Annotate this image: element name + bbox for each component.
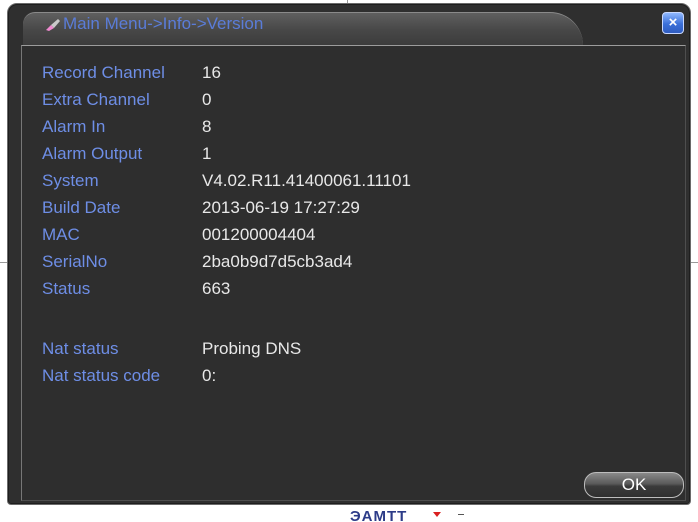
info-label: Alarm In xyxy=(42,117,106,136)
info-label: Extra Channel xyxy=(42,90,150,109)
ok-button[interactable]: OK xyxy=(584,472,684,498)
close-button[interactable]: × xyxy=(662,12,684,34)
info-label: SerialNo xyxy=(42,252,108,271)
info-value: 1 xyxy=(202,144,212,163)
dialog-title: Main Menu->Info->Version xyxy=(63,14,264,33)
info-value: 2ba0b9d7d5cb3ad4 xyxy=(202,252,353,271)
dropdown-arrow-icon xyxy=(433,512,441,517)
version-info-panel: Record Channel 16 Extra Channel 0 Alarm … xyxy=(21,45,686,501)
info-value: Probing DNS xyxy=(202,339,302,358)
info-value: 663 xyxy=(202,279,231,298)
info-label: Status xyxy=(42,279,91,298)
info-value: 8 xyxy=(202,117,212,136)
background-tick xyxy=(0,262,7,263)
info-value: 2013-06-19 17:27:29 xyxy=(202,198,360,217)
close-icon: × xyxy=(668,14,678,31)
background-channel-label: ЭАМТТ xyxy=(350,508,408,522)
info-label: MAC xyxy=(42,225,80,244)
screen: ЭАМТТ Main Menu->Info->Version × Record … xyxy=(0,0,698,522)
info-label: Record Channel xyxy=(42,63,165,82)
background-tick xyxy=(690,262,698,263)
info-label: Alarm Output xyxy=(42,144,143,163)
info-label: Build Date xyxy=(42,198,121,217)
info-label: Nat status xyxy=(42,339,119,358)
info-label: Nat status code xyxy=(42,366,161,385)
info-value: 001200004404 xyxy=(202,225,316,244)
menu-brush-icon xyxy=(46,19,60,31)
info-label: System xyxy=(42,171,99,190)
background-marker xyxy=(458,514,464,515)
info-value: V4.02.R11.41400061.11101 xyxy=(202,171,411,190)
info-value: 16 xyxy=(202,63,221,82)
info-value: 0 xyxy=(202,90,212,109)
info-value: 0: xyxy=(202,366,217,385)
version-dialog: Main Menu->Info->Version × Record Channe… xyxy=(7,3,691,505)
